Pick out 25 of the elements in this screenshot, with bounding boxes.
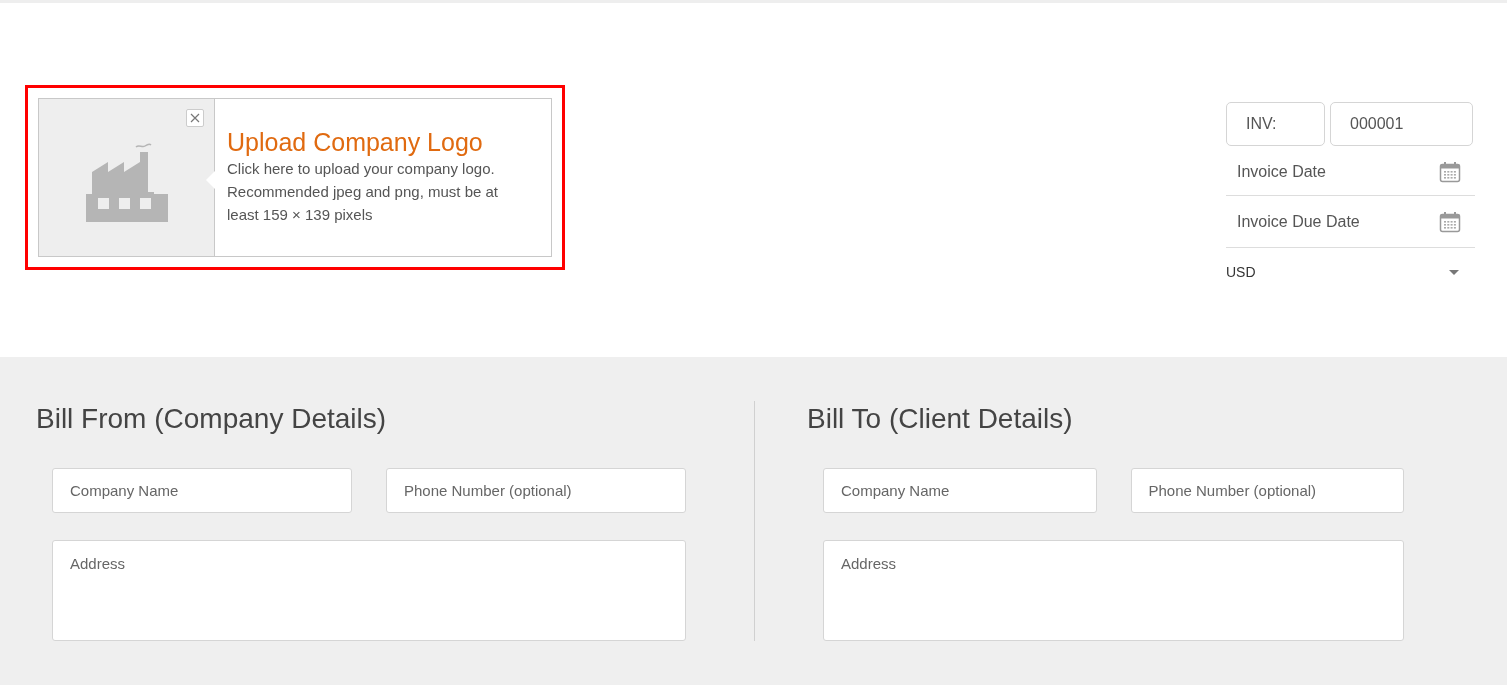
field-placeholder: Invoice Due Date [1237, 211, 1360, 232]
factory-icon [85, 141, 168, 222]
calendar-icon[interactable] [1439, 210, 1461, 233]
invoice-due-date-field[interactable]: Invoice Due Date [1226, 196, 1475, 248]
address-field[interactable]: Address [823, 540, 1404, 641]
address-field[interactable]: Address [52, 540, 686, 641]
invoice-number-field[interactable]: 000001 [1330, 102, 1473, 146]
pointer-arrow [206, 171, 215, 189]
close-icon [190, 113, 200, 123]
text-field[interactable]: Phone Number (optional) [386, 468, 686, 513]
text-field[interactable]: Company Name [52, 468, 352, 513]
section-title: Bill To (Client Details) [807, 402, 1074, 436]
section-title: Bill From (Company Details) [36, 402, 388, 436]
caret-icon [1449, 269, 1459, 275]
logo-upload-card[interactable]: Upload Company Logo Click here to upload your company logo. Recommended jpeg and png, must be at least 159 × 139 pixels [38, 98, 552, 257]
invoice-date-field[interactable]: Invoice Date [1226, 149, 1475, 196]
calendar-icon[interactable] [1439, 161, 1461, 183]
upload-description: Click here to upload your company logo. Recommended jpeg and png, must be at least 159 × 139 pixels [227, 159, 499, 225]
field-placeholder: Invoice Date [1237, 162, 1326, 182]
invoice-prefix: INV: [1226, 102, 1325, 146]
currency-value: USD [1226, 262, 1256, 282]
currency-select[interactable]: USD [1226, 248, 1475, 296]
text-field[interactable]: Phone Number (optional) [1130, 468, 1404, 513]
close-button[interactable] [186, 109, 204, 127]
text-field[interactable]: Company Name [823, 468, 1097, 513]
